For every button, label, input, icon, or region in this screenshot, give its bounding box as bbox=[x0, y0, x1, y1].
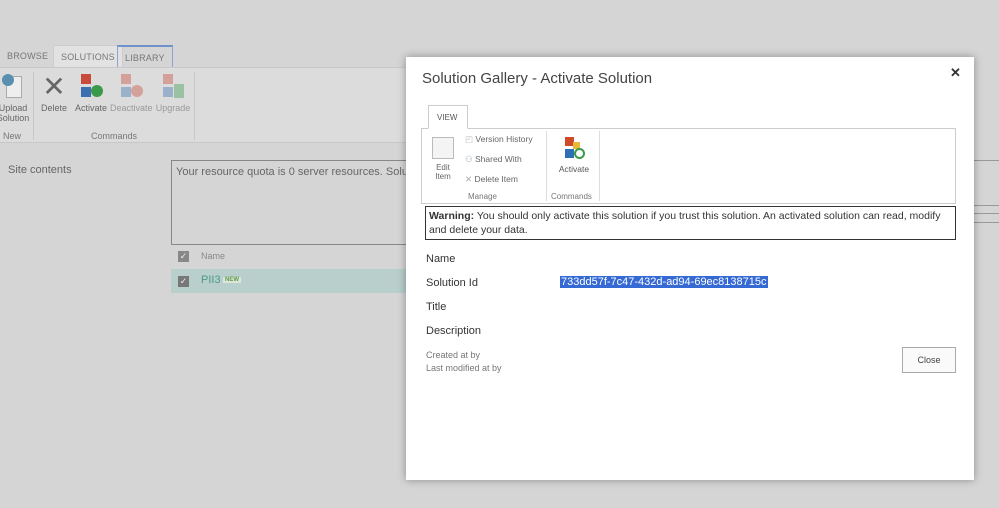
divider bbox=[546, 131, 547, 201]
tab-library[interactable]: LIBRARY bbox=[117, 45, 173, 68]
description-label: Description bbox=[426, 325, 482, 337]
group-label-commands: Commands bbox=[551, 192, 592, 201]
tab-solutions[interactable]: SOLUTIONS bbox=[53, 45, 123, 68]
divider bbox=[974, 160, 999, 161]
upload-solution-button[interactable]: Upload Solution bbox=[0, 74, 30, 123]
edit-item-button[interactable]: Edit Item bbox=[430, 137, 456, 181]
divider bbox=[974, 205, 999, 206]
divider bbox=[599, 131, 600, 201]
divider bbox=[33, 72, 34, 140]
upload-icon bbox=[0, 74, 26, 100]
edit-icon bbox=[432, 137, 454, 159]
modified-info: Last modified at by bbox=[426, 363, 502, 373]
activate-button[interactable]: Activate bbox=[556, 137, 592, 174]
upgrade-icon bbox=[160, 74, 186, 100]
close-icon[interactable]: ✕ bbox=[950, 65, 961, 81]
tab-browse[interactable]: BROWSE bbox=[0, 45, 55, 68]
solution-link[interactable]: PII3 bbox=[201, 274, 221, 286]
shared-with-icon: ⚇ bbox=[465, 154, 475, 164]
delete-icon: ✕ bbox=[42, 71, 66, 102]
new-badge: NEW bbox=[223, 277, 241, 283]
delete-button[interactable]: ✕ Delete bbox=[40, 71, 68, 114]
version-history-button[interactable]: ◰ Version History bbox=[465, 134, 533, 145]
group-label-commands: Commands bbox=[91, 131, 138, 141]
title-label: Title bbox=[426, 301, 447, 313]
deactivate-icon bbox=[118, 74, 144, 100]
warning-message: Warning: You should only activate this s… bbox=[425, 206, 956, 240]
divider bbox=[974, 213, 999, 214]
divider bbox=[194, 72, 195, 140]
row-checkbox[interactable]: ✓ bbox=[178, 276, 189, 287]
tab-view[interactable]: VIEW bbox=[428, 105, 468, 129]
created-info: Created at by bbox=[426, 350, 481, 360]
dialog-title: Solution Gallery - Activate Solution bbox=[422, 70, 653, 87]
quota-message: Your resource quota is 0 server resource… bbox=[171, 160, 411, 245]
nav-site-contents[interactable]: Site contents bbox=[8, 164, 72, 176]
select-all-checkbox[interactable]: ✓ bbox=[178, 251, 189, 262]
name-label: Name bbox=[426, 253, 456, 265]
divider bbox=[974, 222, 999, 223]
deactivate-button[interactable]: Deactivate bbox=[110, 74, 153, 113]
activate-icon bbox=[78, 74, 104, 100]
delete-item-button[interactable]: ✕ Delete Item bbox=[465, 174, 518, 185]
activate-solution-dialog: Solution Gallery - Activate Solution ✕ V… bbox=[406, 57, 974, 480]
solution-id-label: Solution Id bbox=[426, 277, 478, 289]
upgrade-button[interactable]: Upgrade bbox=[155, 74, 191, 113]
activate-button[interactable]: Activate bbox=[73, 74, 109, 113]
version-history-icon: ◰ bbox=[465, 134, 476, 144]
group-label-new: New bbox=[3, 131, 22, 141]
column-header-name[interactable]: Name bbox=[201, 251, 225, 261]
solution-id-value: 733dd57f-7c47-432d-ad94-69ec8138715c bbox=[560, 276, 768, 288]
close-button[interactable]: Close bbox=[902, 347, 956, 373]
shared-with-button[interactable]: ⚇ Shared With bbox=[465, 154, 522, 165]
activate-icon bbox=[562, 137, 586, 161]
group-label-manage: Manage bbox=[468, 192, 497, 201]
